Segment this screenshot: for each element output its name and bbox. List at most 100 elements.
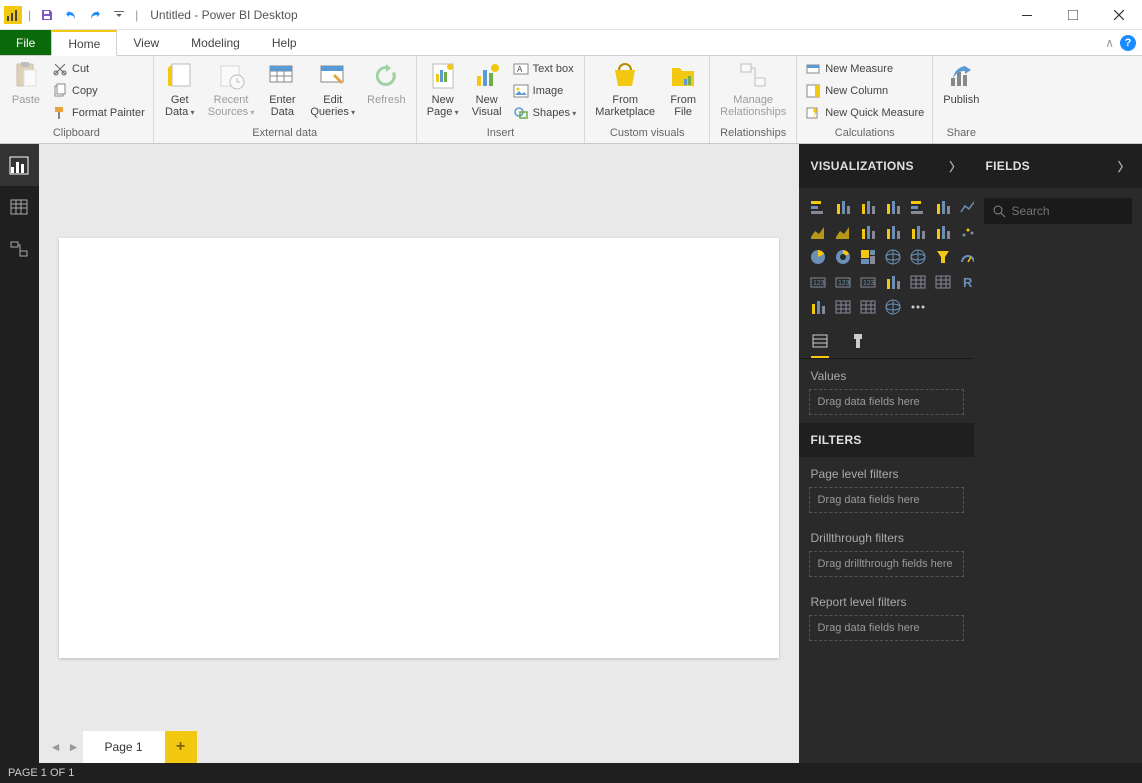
format-painter-button[interactable]: Format Painter [48, 102, 149, 124]
ribbon-chart-icon[interactable] [907, 221, 929, 243]
svg-text:123: 123 [838, 280, 850, 287]
refresh-button[interactable]: Refresh [361, 58, 412, 108]
undo-icon[interactable] [61, 5, 81, 25]
ribbon-group-clipboard: Paste Cut Copy Format Painter Clipboard [0, 56, 154, 143]
ellipsis-icon[interactable] [907, 296, 929, 318]
tab-view[interactable]: View [117, 30, 175, 55]
help-icon[interactable]: ? [1120, 35, 1136, 51]
title-bar: | | Untitled - Power BI Desktop [0, 0, 1142, 30]
py-visual-icon[interactable] [807, 296, 829, 318]
redo-icon[interactable] [85, 5, 105, 25]
paste-icon [10, 60, 42, 92]
page-tab-1[interactable]: Page 1 [83, 731, 165, 763]
card-icon[interactable]: 123 [807, 271, 829, 293]
minimize-button[interactable] [1004, 0, 1050, 30]
tab-help[interactable]: Help [256, 30, 313, 55]
drillthrough-drop-zone[interactable]: Drag drillthrough fields here [809, 551, 964, 577]
pie-chart-icon[interactable] [807, 246, 829, 268]
qat-customize-icon[interactable] [109, 5, 129, 25]
shapes-button[interactable]: Shapes [509, 102, 581, 124]
area-chart-icon[interactable] [807, 221, 829, 243]
report-filters-drop-zone[interactable]: Drag data fields here [809, 615, 964, 641]
new-page-button[interactable]: New Page [421, 58, 465, 121]
waterfall-icon[interactable] [932, 221, 954, 243]
values-drop-zone[interactable]: Drag data fields here [809, 389, 964, 415]
shape-map-icon[interactable] [857, 296, 879, 318]
stacked-column-icon[interactable] [857, 196, 879, 218]
page-prev-button[interactable]: ◄ [47, 731, 65, 763]
new-measure-button[interactable]: New Measure [801, 58, 928, 80]
save-icon[interactable] [37, 5, 57, 25]
format-tab[interactable] [849, 332, 867, 358]
kpi-icon[interactable]: 123 [857, 271, 879, 293]
new-quick-measure-button[interactable]: New Quick Measure [801, 102, 928, 124]
funnel-icon[interactable] [932, 246, 954, 268]
add-page-button[interactable]: + [165, 731, 197, 763]
tab-home[interactable]: Home [51, 30, 117, 56]
treemap-icon[interactable] [857, 246, 879, 268]
viz-field-format-tabs [799, 326, 974, 359]
ribbon-group-calculations: New Measure New Column New Quick Measure… [797, 56, 933, 143]
qat-separator2: | [135, 8, 138, 22]
collapse-ribbon-icon[interactable]: ∧ [1105, 36, 1114, 50]
left-nav [0, 144, 39, 763]
matrix-icon[interactable] [932, 271, 954, 293]
report-view-button[interactable] [0, 144, 39, 186]
paste-button[interactable]: Paste [4, 58, 48, 108]
quick-measure-icon [805, 105, 821, 121]
donut-chart-icon[interactable] [832, 246, 854, 268]
ribbon-group-relationships: Manage Relationships Relationships [710, 56, 797, 143]
chevron-right-icon: 〉 [1118, 158, 1130, 175]
manage-relationships-button[interactable]: Manage Relationships [714, 58, 792, 120]
copy-button[interactable]: Copy [48, 80, 149, 102]
fields-header[interactable]: FIELDS 〉 [974, 144, 1142, 188]
publish-button[interactable]: Publish [937, 58, 985, 108]
window-title: Untitled - Power BI Desktop [150, 8, 297, 22]
marketplace-icon [609, 60, 641, 92]
ribbon-group-insert: New Page New Visual AText box Image Shap… [417, 56, 586, 143]
close-button[interactable] [1096, 0, 1142, 30]
edit-queries-button[interactable]: Edit Queries [304, 58, 361, 121]
page-next-button[interactable]: ► [65, 731, 83, 763]
recent-sources-button[interactable]: Recent Sources [202, 58, 261, 121]
model-view-button[interactable] [0, 228, 39, 270]
stacked-area-icon[interactable] [832, 221, 854, 243]
qat-separator: | [28, 8, 31, 22]
format-painter-icon [52, 105, 68, 121]
tab-file[interactable]: File [0, 30, 51, 55]
report-canvas[interactable] [59, 238, 779, 658]
stacked-col100-icon[interactable] [932, 196, 954, 218]
cut-button[interactable]: Cut [48, 58, 149, 80]
clustered-column-icon[interactable] [882, 196, 904, 218]
marketplace-button[interactable]: From Marketplace [589, 58, 661, 120]
globe-icon[interactable] [882, 296, 904, 318]
page-filters-drop-zone[interactable]: Drag data fields here [809, 487, 964, 513]
get-data-button[interactable]: Get Data [158, 58, 202, 121]
stacked-bar100-icon[interactable] [907, 196, 929, 218]
fields-search[interactable] [984, 198, 1132, 224]
fields-tab[interactable] [811, 332, 829, 358]
from-file-button[interactable]: From File [661, 58, 705, 120]
map-icon[interactable] [882, 246, 904, 268]
visualizations-header[interactable]: VISUALIZATIONS 〉 [799, 144, 974, 188]
arcgis-icon[interactable] [832, 296, 854, 318]
stacked-bar-icon[interactable] [807, 196, 829, 218]
status-bar: PAGE 1 OF 1 [0, 763, 1142, 783]
line-stacked-icon[interactable] [882, 221, 904, 243]
filled-map-icon[interactable] [907, 246, 929, 268]
image-button[interactable]: Image [509, 80, 581, 102]
table-icon[interactable] [907, 271, 929, 293]
enter-data-button[interactable]: Enter Data [260, 58, 304, 120]
filters-header: FILTERS [799, 423, 974, 457]
search-input[interactable] [1012, 204, 1124, 218]
slicer-icon[interactable] [882, 271, 904, 293]
clustered-bar-icon[interactable] [832, 196, 854, 218]
new-column-button[interactable]: New Column [801, 80, 928, 102]
data-view-button[interactable] [0, 186, 39, 228]
line-clustered-icon[interactable] [857, 221, 879, 243]
new-visual-button[interactable]: New Visual [465, 58, 509, 120]
tab-modeling[interactable]: Modeling [175, 30, 256, 55]
text-box-button[interactable]: AText box [509, 58, 581, 80]
maximize-button[interactable] [1050, 0, 1096, 30]
multi-card-icon[interactable]: 123 [832, 271, 854, 293]
